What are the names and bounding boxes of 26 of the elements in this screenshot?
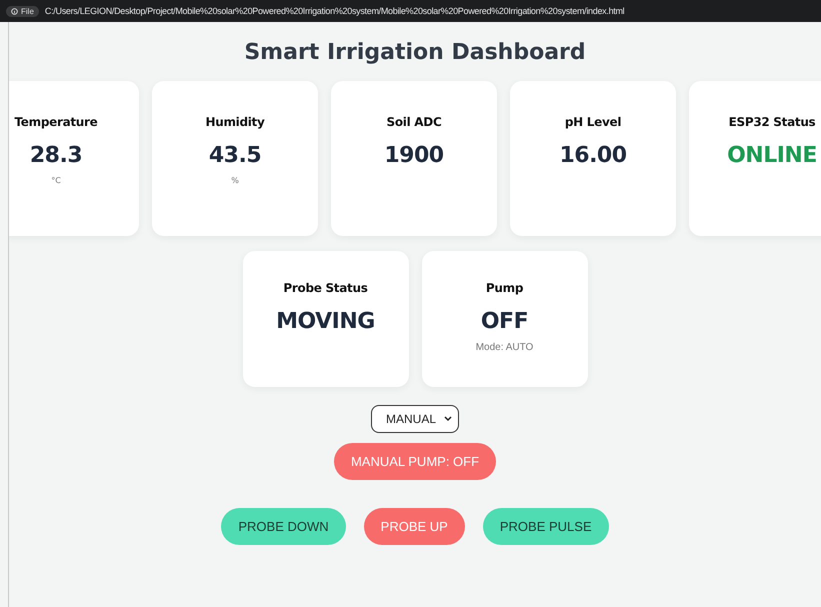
- mode-select[interactable]: MANUAL: [370, 405, 459, 433]
- card-label: Humidity: [205, 115, 265, 129]
- card-value: ONLINE: [727, 143, 817, 168]
- unit-text: %: [231, 176, 239, 185]
- address-bar[interactable]: File C:/Users/LEGION/Desktop/Project/Mobile%20solar%20Powered%20Irrigation%20system/Mobile%20solar%20Powered%20Irrigation%20system/index.html: [0, 0, 821, 22]
- card-label: Temperature: [14, 115, 98, 129]
- card-value: 43.5: [208, 143, 262, 168]
- card-value: 1900: [384, 143, 444, 168]
- card-label: Soil ADC: [386, 115, 442, 129]
- probe-button[interactable]: PROBE PULSE: [482, 508, 609, 545]
- card-label: Pump: [486, 281, 524, 295]
- card-value: MOVING: [276, 309, 375, 334]
- card-value: 16.00: [559, 143, 627, 168]
- card-value: OFF: [480, 309, 528, 334]
- card-value: 28.3: [30, 143, 82, 168]
- dashboard-title: Smart Irrigation Dashboard: [244, 40, 586, 65]
- mode-text: Mode: AUTO: [476, 342, 534, 353]
- info-icon: [11, 8, 18, 14]
- chevron-icon: [444, 416, 452, 422]
- card-label: pH Level: [564, 115, 622, 129]
- card-label: ESP32 Status: [728, 115, 816, 129]
- unit-text: °C: [51, 176, 61, 185]
- url-text: C:/Users/LEGION/Desktop/Project/Mobile%20solar%20Powered%20Irrigation%20system/Mobile%20solar%20Powered%20Irrigation%20system/index.html: [44, 6, 624, 16]
- probe-button[interactable]: PROBE DOWN: [221, 508, 346, 545]
- card-label: Probe Status: [283, 281, 368, 295]
- file-badge: File: [6, 6, 39, 16]
